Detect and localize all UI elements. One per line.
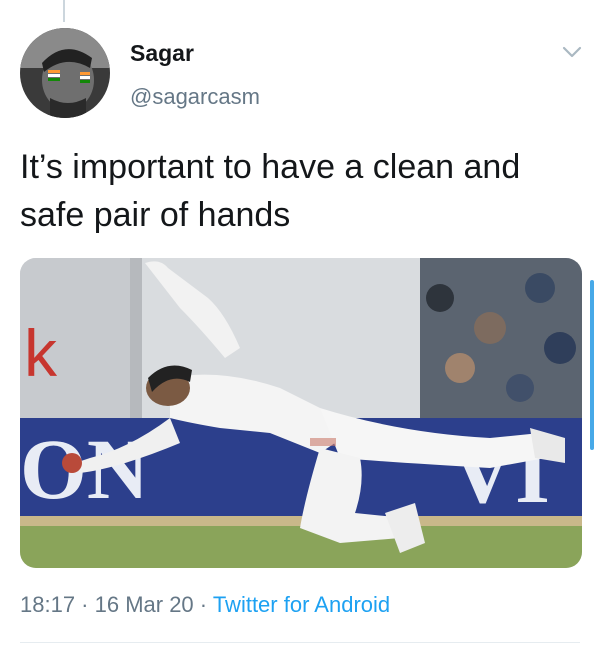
wall-letter: k	[24, 316, 58, 390]
author-display-name[interactable]: Sagar	[130, 40, 194, 67]
tweet-source-link[interactable]: Twitter for Android	[213, 592, 390, 617]
author-handle[interactable]: @sagarcasm	[130, 84, 260, 110]
avatar-photo	[20, 28, 110, 118]
tweet-text: It’s important to have a clean and safe …	[20, 148, 521, 234]
tweet-media-image[interactable]: k ON VI	[20, 258, 582, 568]
avatar[interactable]	[20, 28, 110, 118]
scrollbar[interactable]	[590, 280, 594, 450]
tweet-metadata: 18:17 · 16 Mar 20 · Twitter for Android	[20, 592, 390, 618]
tweet-timestamp[interactable]: 18:17 · 16 Mar 20 ·	[20, 592, 207, 617]
chevron-down-icon[interactable]	[560, 44, 584, 60]
divider	[20, 642, 580, 643]
cricket-catch-photo: k ON VI	[20, 258, 582, 568]
thread-connector-line	[63, 0, 65, 22]
